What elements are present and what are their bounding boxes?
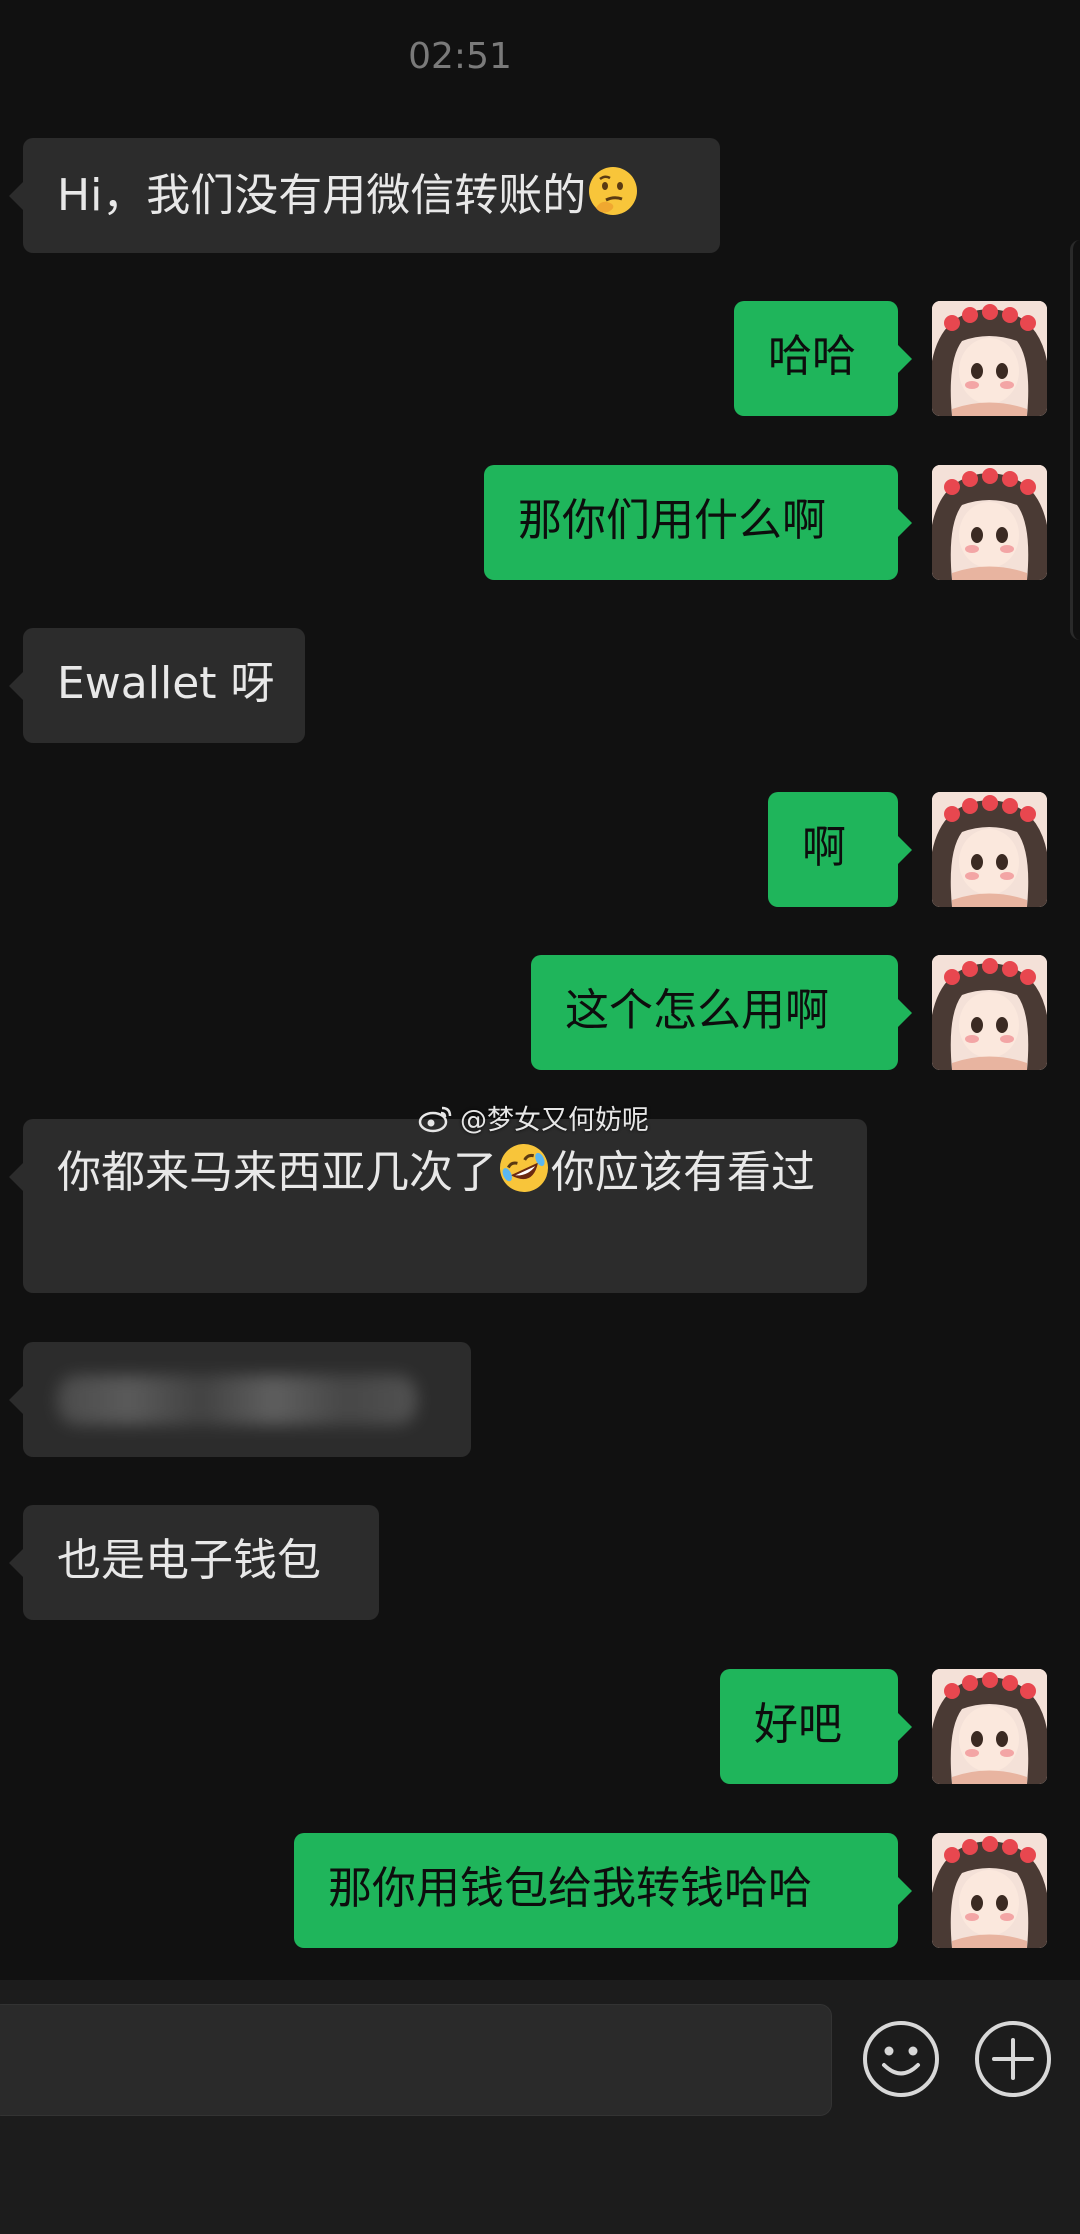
incoming-message-bubble[interactable]: 也是电子钱包 xyxy=(9,1505,379,1620)
rolling-laughing-face-icon xyxy=(500,1144,548,1192)
user-avatar[interactable] xyxy=(932,465,1047,580)
smiley-face-icon xyxy=(863,2021,939,2097)
message-text: 好吧 xyxy=(754,1699,842,1750)
message-text: Hi，我们没有用微信转账的 xyxy=(57,170,587,221)
message-text: 哈哈 xyxy=(768,331,856,382)
avatar-image xyxy=(932,792,1047,907)
message-text: 啊 xyxy=(802,822,846,873)
message-text: 那你们用什么啊 xyxy=(518,495,826,546)
thinking-face-icon xyxy=(589,167,638,215)
emoji-button[interactable] xyxy=(862,2020,940,2098)
outgoing-message-bubble[interactable]: 哈哈 xyxy=(734,301,912,416)
outgoing-message-bubble[interactable]: 那你用钱包给我转钱哈哈 xyxy=(294,1833,912,1948)
incoming-message-bubble-redacted[interactable] xyxy=(9,1342,471,1457)
message-timestamp: 02:51 xyxy=(408,36,512,77)
avatar-image xyxy=(932,955,1047,1070)
incoming-message-bubble[interactable]: Ewallet 呀 xyxy=(9,628,305,743)
outgoing-message-bubble[interactable]: 好吧 xyxy=(720,1669,912,1784)
avatar-image xyxy=(932,1669,1047,1784)
message-text: 这个怎么用啊 xyxy=(565,985,829,1036)
message-text: 那你用钱包给我转钱哈哈 xyxy=(328,1863,812,1914)
avatar-image xyxy=(932,1833,1047,1948)
message-input-bar xyxy=(0,1980,1080,2234)
plus-circle-icon xyxy=(975,2021,1051,2097)
user-avatar[interactable] xyxy=(932,1833,1047,1948)
message-input-field[interactable] xyxy=(0,2004,832,2116)
user-avatar[interactable] xyxy=(932,301,1047,416)
avatar-image xyxy=(932,465,1047,580)
outgoing-message-bubble[interactable]: 这个怎么用啊 xyxy=(531,955,912,1070)
outgoing-message-bubble[interactable]: 啊 xyxy=(768,792,912,907)
user-avatar[interactable] xyxy=(932,792,1047,907)
plus-button[interactable] xyxy=(974,2020,1052,2098)
message-text: Ewallet 呀 xyxy=(57,658,275,709)
weibo-watermark: @梦女又何妨呢 xyxy=(418,1098,649,1137)
watermark-text: @梦女又何妨呢 xyxy=(460,1105,649,1136)
user-avatar[interactable] xyxy=(932,955,1047,1070)
chat-screen: 02:51 Hi，我们没有用微信转账的 哈哈 那你们用什么啊 Ewallet 呀… xyxy=(0,0,1080,2234)
blurred-message-content xyxy=(57,1375,417,1425)
message-text: 你都来马来西亚几次了 xyxy=(57,1147,497,1198)
message-text-continued: 你应该有看过 xyxy=(551,1147,815,1198)
weibo-logo-icon xyxy=(418,1106,452,1132)
message-text: 也是电子钱包 xyxy=(57,1535,321,1586)
user-avatar[interactable] xyxy=(932,1669,1047,1784)
incoming-message-bubble[interactable]: 你都来马来西亚几次了 你应该有看过 xyxy=(9,1119,867,1293)
scroll-edge xyxy=(1070,240,1080,640)
incoming-message-bubble[interactable]: Hi，我们没有用微信转账的 xyxy=(9,138,720,253)
outgoing-message-bubble[interactable]: 那你们用什么啊 xyxy=(484,465,912,580)
avatar-image xyxy=(932,301,1047,416)
